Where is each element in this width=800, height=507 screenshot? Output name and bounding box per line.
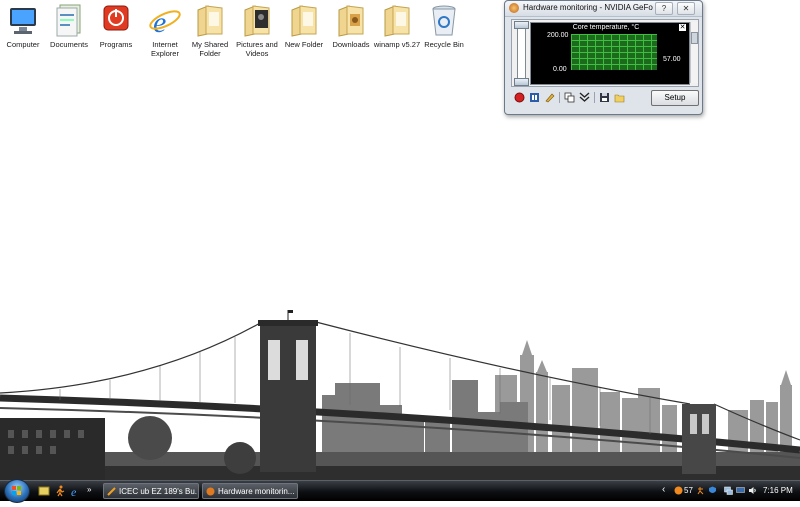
desktop-icon-pictures-and-videos[interactable]: Pictures and Videos: [234, 2, 280, 58]
desktop-icon-label: Programs: [99, 40, 133, 49]
system-tray: ‹ 57 7:16 PM: [660, 481, 800, 501]
taskbar-button-label: ICEC ub EZ 189's Bu...: [119, 487, 197, 496]
network-icon[interactable]: [724, 486, 733, 495]
setup-button[interactable]: Setup: [651, 90, 699, 106]
svg-text:e: e: [153, 6, 166, 38]
desktop-icon-label: Documents: [50, 40, 88, 49]
window-toolbar: Setup: [511, 90, 699, 106]
desktop-icon-label: Downloads: [332, 40, 370, 49]
graph-min-value: 0.00: [553, 66, 567, 73]
pen-icon[interactable]: [544, 92, 555, 103]
quicklaunch-overflow-icon[interactable]: »: [87, 485, 91, 494]
taskbar-button-hwmon[interactable]: Hardware monitorin...: [202, 483, 298, 499]
graph-plot-area: [571, 34, 657, 70]
desktop-icon-internet-explorer[interactable]: e Internet Explorer: [142, 2, 188, 58]
desktop-icon-label: My Shared Folder: [191, 40, 229, 58]
hardware-monitoring-window: Hardware monitoring - NVIDIA GeFor... ? …: [504, 0, 703, 115]
desktop-icon-label: Recycle Bin: [424, 40, 464, 49]
monitoring-panel: Core temperature, °C ✕ 200.00 0.00 57.00: [511, 19, 699, 87]
svg-text:e: e: [71, 485, 77, 497]
desktop-icon-label: New Folder: [284, 40, 324, 49]
desktop-icon-computer[interactable]: Computer: [0, 2, 46, 49]
folder-icon: [192, 2, 228, 38]
desktop-icon-recycle-bin[interactable]: Recycle Bin: [421, 2, 467, 49]
desktop-icon-new-folder[interactable]: New Folder: [281, 2, 327, 49]
desktop-icon-documents[interactable]: Documents: [46, 2, 92, 49]
folder-icon: [379, 2, 415, 38]
programs-icon: [98, 2, 134, 38]
hwmon-tray-icon[interactable]: [674, 486, 683, 495]
tray-expand-icon[interactable]: ‹: [662, 484, 665, 495]
running-man-tray-icon[interactable]: [696, 486, 705, 495]
taskbar-button-icec[interactable]: ICEC ub EZ 189's Bu...: [103, 483, 199, 499]
internet-explorer-icon: e: [147, 2, 183, 39]
scrollbar-thumb[interactable]: [691, 32, 698, 44]
graph-close-icon[interactable]: ✕: [679, 24, 686, 31]
start-button[interactable]: [4, 479, 30, 503]
shield-icon[interactable]: [708, 486, 717, 495]
range-slider[interactable]: [517, 24, 526, 84]
desktop-icon-label: Internet Explorer: [151, 40, 179, 58]
folder-icon: [286, 2, 322, 38]
desktop-icon-label: winamp v5.27: [373, 40, 421, 49]
temperature-graph[interactable]: Core temperature, °C ✕ 200.00 0.00 57.00: [530, 22, 690, 85]
pause-icon[interactable]: [529, 92, 540, 103]
record-icon[interactable]: [514, 92, 525, 103]
desktop-icon-label: Computer: [6, 40, 40, 49]
desktop-icon-winamp[interactable]: winamp v5.27: [374, 2, 420, 49]
hwmon-app-icon: [509, 3, 519, 13]
taskbar-button-label: Hardware monitorin...: [218, 487, 295, 496]
display-icon[interactable]: [736, 486, 745, 495]
show-desktop-icon[interactable]: [38, 485, 50, 497]
windows-logo-icon: [12, 486, 21, 495]
documents-icon: [51, 2, 87, 38]
help-button[interactable]: ?: [655, 2, 673, 15]
internet-explorer-quicklaunch-icon[interactable]: e: [70, 485, 82, 497]
graph-current-value: 57.00: [663, 56, 681, 63]
desktop-icon-downloads[interactable]: Downloads: [328, 2, 374, 49]
graph-title: Core temperature, °C: [572, 24, 640, 31]
graph-max-value: 200.00: [547, 32, 569, 39]
vertical-scrollbar[interactable]: [690, 22, 698, 83]
desktop-icon-my-shared-folder[interactable]: My Shared Folder: [187, 2, 233, 58]
close-button[interactable]: ✕: [677, 2, 695, 15]
downloads-folder-icon: [333, 2, 369, 38]
pictures-folder-icon: [239, 2, 275, 38]
copy-icon[interactable]: [564, 92, 575, 103]
app-icon: [107, 487, 116, 496]
desktop-icon-programs[interactable]: Programs: [93, 2, 139, 49]
save-icon[interactable]: [599, 92, 610, 103]
toolbar-separator: [559, 92, 560, 103]
collapse-icon[interactable]: [579, 92, 590, 103]
running-man-icon[interactable]: [54, 485, 66, 497]
window-title: Hardware monitoring - NVIDIA GeFor...: [523, 3, 653, 12]
toolbar-separator: [594, 92, 595, 103]
tray-temperature: 57: [684, 486, 693, 495]
volume-icon[interactable]: [748, 486, 757, 495]
slider-max-handle[interactable]: [514, 21, 529, 29]
window-titlebar[interactable]: Hardware monitoring - NVIDIA GeFor... ? …: [505, 1, 702, 17]
slider-min-handle[interactable]: [514, 78, 529, 86]
desktop-icon-label: Pictures and Videos: [236, 40, 278, 58]
recycle-bin-icon: [426, 2, 462, 38]
open-folder-icon[interactable]: [614, 92, 625, 103]
tray-clock[interactable]: 7:16 PM: [763, 486, 793, 495]
hwmon-icon: [206, 487, 215, 496]
taskbar: e » ICEC ub EZ 189's Bu... Hardware moni…: [0, 479, 800, 503]
computer-icon: [5, 2, 41, 38]
